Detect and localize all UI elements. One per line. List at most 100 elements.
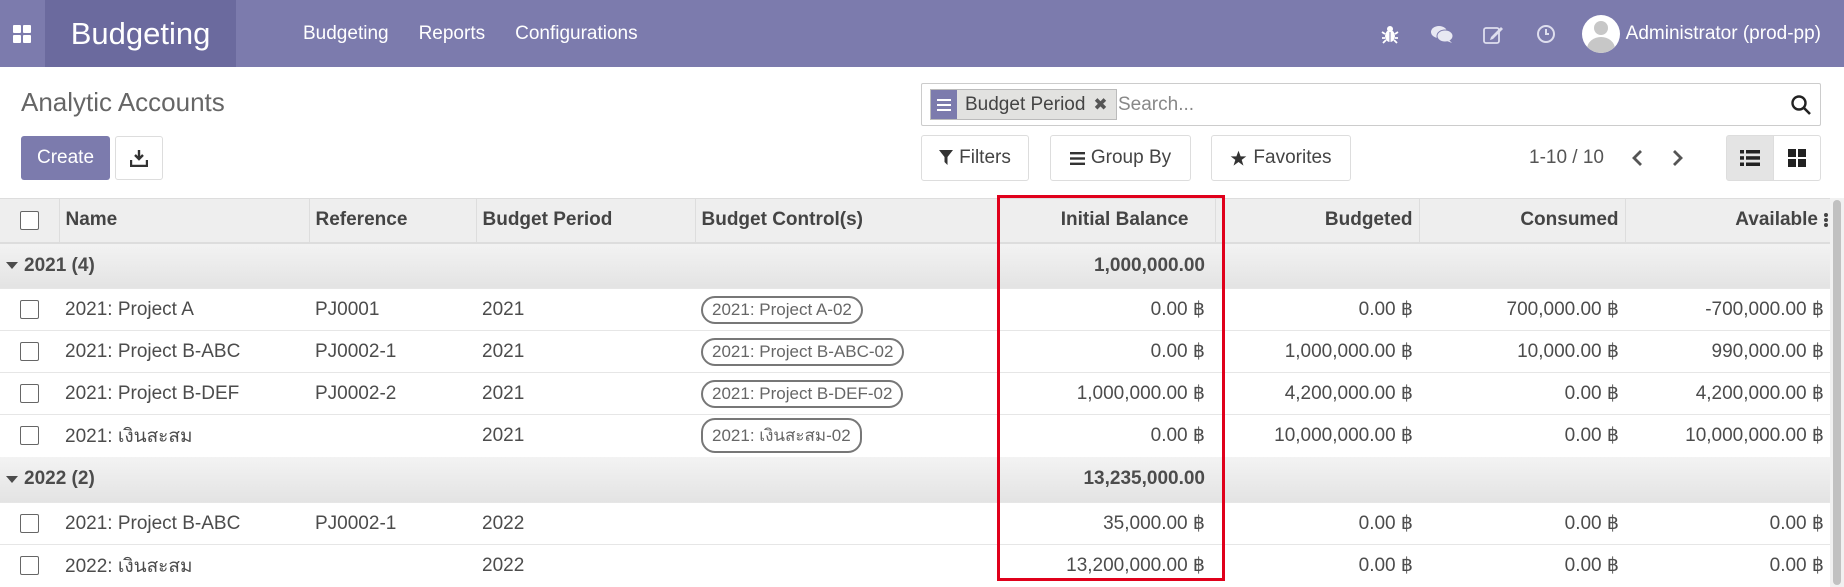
pager-next-icon[interactable] [1663, 143, 1693, 173]
table-row[interactable]: 2021: Project B-ABC PJ0002-1 2021 2021: … [0, 330, 1830, 373]
table-row[interactable]: 2021: Project A PJ0001 2021 2021: Projec… [0, 288, 1830, 331]
budget-control-tag[interactable]: 2021: Project A-02 [701, 295, 863, 324]
pager-value[interactable]: 1-10 / 10 [1529, 147, 1604, 169]
cell-initial-balance: 1,000,000.00 ฿ [1076, 383, 1205, 404]
vertical-scrollbar[interactable] [1830, 198, 1844, 587]
group-by-label: Group By [1090, 147, 1172, 168]
bug-icon[interactable] [1364, 0, 1416, 67]
group-label: 2021 (4) [24, 254, 95, 276]
pager-previous-icon[interactable] [1622, 143, 1652, 173]
menu-item-budgeting[interactable]: Budgeting [303, 23, 389, 45]
budget-control-tag[interactable]: 2021: Project B-ABC-02 [701, 337, 905, 366]
menu-item-reports[interactable]: Reports [419, 23, 486, 45]
row-checkbox[interactable] [20, 426, 39, 446]
cell-name: 2021: Project A [65, 298, 194, 320]
cell-reference: PJ0001 [315, 298, 380, 320]
list-view-button[interactable] [1726, 135, 1774, 181]
export-download-button[interactable] [115, 136, 163, 180]
cell-budget-period: 2022 [482, 554, 525, 576]
column-header-available-label: Available [1735, 209, 1818, 231]
star-icon [1231, 150, 1247, 166]
column-header-initial-balance[interactable]: Initial Balance [997, 199, 1215, 243]
column-header-consumed[interactable]: Consumed [1419, 198, 1626, 243]
menu-item-configurations[interactable]: Configurations [515, 23, 638, 45]
row-checkbox[interactable] [20, 513, 39, 533]
cell-name: 2021: Project B-DEF [65, 382, 240, 404]
search-input[interactable] [1118, 89, 1768, 120]
group-initial-balance: 13,235,000.00 [1083, 468, 1205, 490]
cell-available: -700,000.00 ฿ [1705, 299, 1824, 320]
budget-control-tag[interactable]: 2021: Project B-DEF-02 [701, 379, 904, 408]
user-avatar[interactable] [1581, 14, 1620, 53]
table-row[interactable]: 2021: Project B-ABC PJ0002-1 2022 35,000… [0, 502, 1830, 545]
group-by-button[interactable]: Group By [1050, 135, 1191, 181]
cell-initial-balance: 0.00 ฿ [1150, 425, 1205, 447]
list-view: Name Reference Budget Period Budget Cont… [0, 198, 1830, 587]
cell-reference: PJ0002-2 [315, 382, 397, 404]
column-header-budget-controls[interactable]: Budget Control(s) [695, 198, 998, 243]
user-name[interactable]: Administrator (prod-pp) [1626, 23, 1821, 45]
search-facet[interactable]: Budget Period ✖ [930, 89, 1117, 120]
column-header-name[interactable]: Name [59, 198, 310, 243]
group-row-2022[interactable]: 2022 (2) 13,235,000.00 [0, 456, 1830, 503]
cell-budget-period: 2022 [482, 512, 525, 534]
app-brand[interactable]: Budgeting [45, 0, 236, 67]
column-options-icon[interactable] [1824, 212, 1828, 228]
table-header: Name Reference Budget Period Budget Cont… [0, 198, 1830, 243]
group-row-2021[interactable]: 2021 (4) 1,000,000.00 [0, 242, 1830, 289]
favorites-button[interactable]: Favorites [1211, 135, 1351, 181]
cell-reference: PJ0002-1 [315, 512, 397, 534]
group-label: 2022 (2) [24, 468, 95, 490]
scrollbar-thumb[interactable] [1833, 200, 1841, 585]
column-header-budget-period[interactable]: Budget Period [476, 198, 696, 243]
select-all-checkbox[interactable] [19, 210, 39, 230]
chat-icon[interactable] [1416, 0, 1468, 67]
cell-available: 4,200,000.00 ฿ [1695, 383, 1824, 404]
cell-budget-period: 2021 [482, 340, 525, 362]
cell-reference [309, 415, 476, 457]
cell-name: 2021: Project B-ABC [65, 512, 241, 534]
row-checkbox[interactable] [20, 383, 39, 403]
cell-budget-period: 2021 [482, 382, 525, 404]
cell-budgeted: 0.00 ฿ [1358, 513, 1413, 534]
filter-icon [939, 150, 954, 165]
column-header-budgeted[interactable]: Budgeted [1214, 198, 1420, 243]
table-row[interactable]: 2021: Project B-DEF PJ0002-2 2021 2021: … [0, 372, 1830, 415]
cell-budgeted: 4,200,000.00 ฿ [1284, 383, 1413, 404]
row-checkbox[interactable] [20, 556, 39, 576]
facet-remove-icon[interactable]: ✖ [1093, 95, 1107, 115]
filters-label: Filters [959, 147, 1011, 168]
cell-initial-balance: 13,200,000.00 ฿ [1066, 555, 1205, 577]
filters-button[interactable]: Filters [921, 135, 1029, 181]
systray: Administrator (prod-pp) [1364, 0, 1844, 67]
cell-budgeted: 1,000,000.00 ฿ [1284, 341, 1413, 362]
edit-icon[interactable] [1468, 0, 1520, 67]
cell-budgeted: 0.00 ฿ [1358, 555, 1413, 577]
row-checkbox[interactable] [20, 299, 39, 319]
cell-name: 2022: เงินสะสม [65, 555, 193, 577]
cell-available: 10,000,000.00 ฿ [1685, 425, 1824, 447]
row-checkbox[interactable] [20, 341, 39, 361]
column-header-available[interactable]: Available [1625, 199, 1830, 243]
group-expand-caret-icon [6, 262, 18, 270]
cell-consumed: 0.00 ฿ [1564, 555, 1619, 577]
cell-reference: PJ0002-1 [315, 340, 397, 362]
cell-budgeted: 10,000,000.00 ฿ [1274, 425, 1413, 447]
clock-icon[interactable] [1520, 0, 1572, 67]
cell-initial-balance: 0.00 ฿ [1150, 299, 1205, 320]
column-header-reference[interactable]: Reference [309, 198, 477, 243]
apps-menu-icon[interactable] [0, 0, 44, 67]
budget-control-tag[interactable]: 2021: เงินสะสม-02 [701, 418, 862, 454]
group-expand-caret-icon [6, 475, 18, 483]
table-row[interactable]: 2021: เงินสะสม 2021 2021: เงินสะสม-02 0.… [0, 414, 1830, 457]
kanban-view-button[interactable] [1773, 135, 1821, 181]
create-button[interactable]: Create [21, 136, 110, 180]
table-row[interactable]: 2022: เงินสะสม 2022 13,200,000.00 ฿ 0.00… [0, 544, 1830, 587]
cell-consumed: 0.00 ฿ [1564, 383, 1619, 404]
cell-budgeted: 0.00 ฿ [1358, 299, 1413, 320]
cell-consumed: 0.00 ฿ [1564, 425, 1619, 447]
search-icon[interactable] [1790, 94, 1812, 116]
main-menu: Budgeting Reports Configurations [303, 0, 638, 67]
cell-budget-period: 2021 [482, 424, 525, 446]
cell-consumed: 700,000.00 ฿ [1506, 299, 1619, 320]
